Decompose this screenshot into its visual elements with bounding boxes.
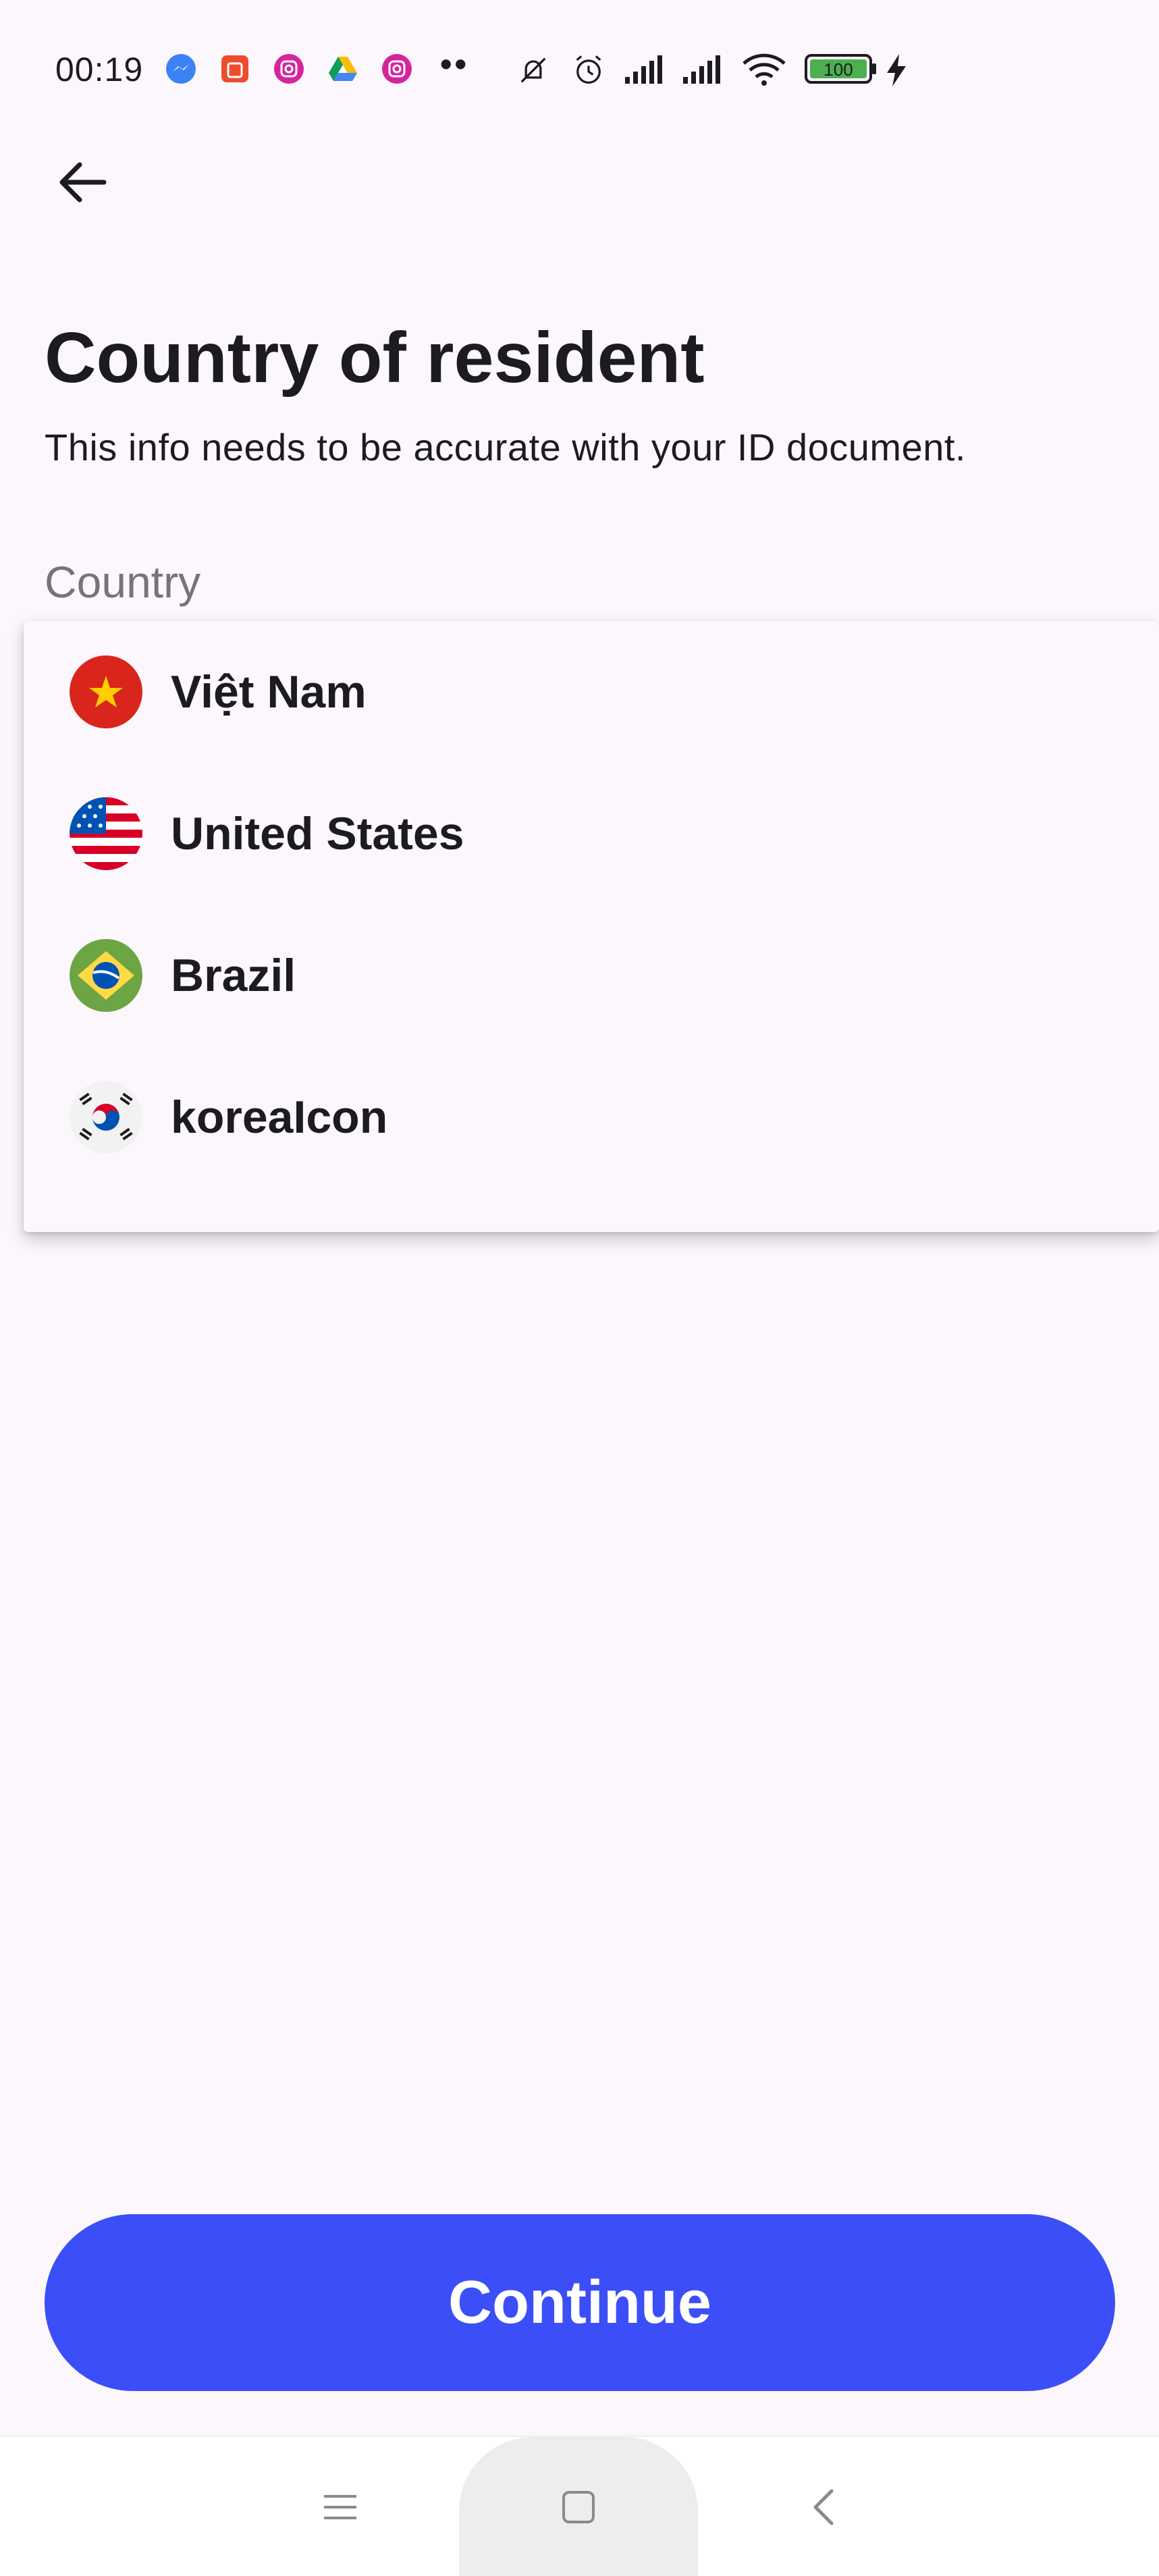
page-subtitle: This info needs to be accurate with your…	[45, 426, 966, 468]
battery-icon: 100	[805, 53, 879, 85]
us-flag-icon	[70, 797, 142, 870]
back-button[interactable]	[42, 142, 123, 223]
back-icon[interactable]	[795, 2479, 852, 2535]
more-notifications-icon: ••	[440, 45, 470, 83]
system-nav-bar	[0, 2436, 1159, 2576]
country-option-korea[interactable]: koreaIcon	[24, 1046, 1159, 1188]
country-option-label: Việt Nam	[171, 666, 367, 718]
signal-icon	[624, 53, 662, 85]
svg-text:100: 100	[824, 59, 853, 80]
alarm-icon	[571, 53, 603, 85]
home-icon[interactable]	[550, 2479, 607, 2535]
messenger-icon	[165, 53, 197, 85]
country-option-label: United States	[171, 808, 464, 859]
country-dropdown-menu: Việt Nam United States Brazil koreaIcon	[24, 621, 1159, 1232]
silent-icon	[516, 53, 548, 85]
country-option-label: Brazil	[171, 950, 296, 1001]
charging-icon	[883, 53, 915, 86]
country-option-united-states[interactable]: United States	[24, 763, 1159, 905]
instagram-icon	[273, 53, 305, 85]
wifi-icon	[741, 53, 786, 86]
country-field-label: Country	[45, 557, 201, 607]
google-drive-icon	[327, 53, 359, 85]
instagram-icon	[381, 53, 413, 85]
continue-button[interactable]: Continue	[45, 2214, 1115, 2391]
page-title: Country of resident	[45, 318, 705, 398]
status-time: 00:19	[55, 51, 144, 88]
status-bar: 00:19 •• 100	[0, 0, 1159, 135]
country-option-vietnam[interactable]: Việt Nam	[24, 621, 1159, 763]
menu-icon[interactable]	[312, 2479, 369, 2535]
korea-flag-icon	[70, 1081, 142, 1154]
brazil-flag-icon	[70, 939, 142, 1012]
shopee-icon	[219, 53, 251, 85]
country-option-label: koreaIcon	[171, 1092, 388, 1143]
vietnam-flag-icon	[70, 655, 142, 728]
country-option-brazil[interactable]: Brazil	[24, 905, 1159, 1046]
screen: 00:19 •• 100 Country of resident This in…	[0, 0, 1159, 2576]
signal-icon	[682, 53, 720, 85]
arrow-left-icon	[59, 162, 107, 203]
